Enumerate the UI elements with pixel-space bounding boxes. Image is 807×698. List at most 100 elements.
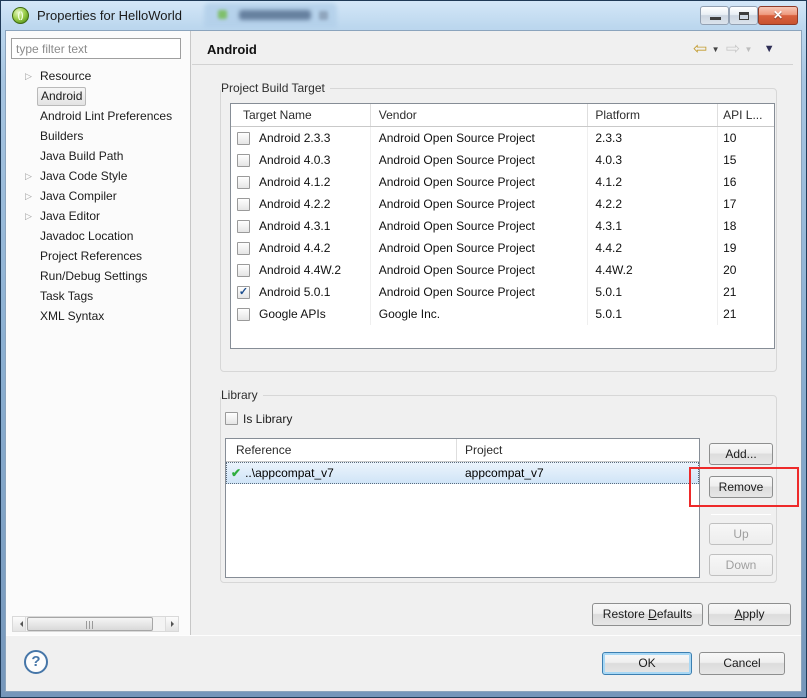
cancel-button[interactable]: Cancel xyxy=(699,652,785,675)
restore-defaults-button[interactable]: Restore Defaults xyxy=(592,603,703,626)
ok-button[interactable]: OK xyxy=(602,652,692,675)
column-target-name[interactable]: Target Name xyxy=(231,104,371,126)
view-menu-icon[interactable]: ▼ xyxy=(764,43,775,55)
table-row[interactable]: Google APIs Google Inc. 5.0.1 21 xyxy=(231,303,774,325)
is-library-checkbox[interactable] xyxy=(225,412,238,425)
table-row[interactable]: Android 2.3.3 Android Open Source Projec… xyxy=(231,127,774,149)
sidebar-item-javadoc-location[interactable]: Javadoc Location xyxy=(6,226,189,246)
vendor-cell: Android Open Source Project xyxy=(371,127,589,149)
help-button[interactable]: ? xyxy=(24,650,48,674)
maximize-icon xyxy=(739,12,749,20)
vendor-cell: Android Open Source Project xyxy=(371,149,589,171)
column-platform[interactable]: Platform xyxy=(588,104,718,126)
column-vendor[interactable]: Vendor xyxy=(371,104,589,126)
target-name: Google APIs xyxy=(259,303,326,325)
expand-icon[interactable]: ▷ xyxy=(25,206,39,226)
target-checkbox-checked[interactable]: ✓ xyxy=(237,286,250,299)
expand-icon[interactable]: ▷ xyxy=(25,166,39,186)
apply-button[interactable]: Apply xyxy=(708,603,791,626)
scrollbar-thumb[interactable] xyxy=(27,617,153,631)
close-button[interactable]: ✕ xyxy=(758,6,798,25)
back-arrow-icon[interactable]: ⇦ xyxy=(693,40,707,58)
sidebar-item-android-lint-preferences[interactable]: Android Lint Preferences xyxy=(6,106,189,126)
button-label: pply xyxy=(743,607,765,621)
scroll-right-arrow[interactable] xyxy=(165,617,178,631)
api-cell: 21 xyxy=(718,303,774,325)
sidebar-item-label: Java Compiler xyxy=(40,186,117,206)
forward-arrow-icon[interactable]: ⇨ xyxy=(726,40,740,58)
column-project[interactable]: Project xyxy=(457,439,699,461)
properties-category-sidebar: ▷Resource Android Android Lint Preferenc… xyxy=(6,31,191,635)
sidebar-item-resource[interactable]: ▷Resource xyxy=(6,66,189,86)
filter-input[interactable] xyxy=(11,38,181,59)
table-row[interactable]: Android 4.2.2 Android Open Source Projec… xyxy=(231,193,774,215)
vendor-cell: Android Open Source Project xyxy=(371,193,589,215)
expand-icon[interactable]: ▷ xyxy=(25,186,39,206)
platform-cell: 4.4W.2 xyxy=(588,259,718,281)
table-row[interactable]: Android 4.3.1 Android Open Source Projec… xyxy=(231,215,774,237)
library-row-selected[interactable]: ✔..\appcompat_v7 appcompat_v7 xyxy=(226,462,699,484)
scroll-left-arrow[interactable] xyxy=(13,617,26,631)
left-triangle-icon xyxy=(17,621,23,627)
target-name: Android 4.2.2 xyxy=(259,193,330,215)
page-title: Android xyxy=(207,42,257,57)
table-header: Reference Project xyxy=(226,439,699,462)
target-checkbox[interactable] xyxy=(237,220,250,233)
sidebar-item-android[interactable]: Android xyxy=(6,86,189,106)
table-row[interactable]: Android 4.4.2 Android Open Source Projec… xyxy=(231,237,774,259)
group-label: Project Build Target xyxy=(221,81,330,95)
button-label: D xyxy=(648,607,657,621)
sidebar-item-run-debug-settings[interactable]: Run/Debug Settings xyxy=(6,266,189,286)
sidebar-item-project-references[interactable]: Project References xyxy=(6,246,189,266)
window-title: Properties for HelloWorld xyxy=(37,1,182,30)
sidebar-item-builders[interactable]: Builders xyxy=(6,126,189,146)
properties-dialog-window: () Properties for HelloWorld ✕ ▷Resource… xyxy=(0,0,807,698)
down-button[interactable]: Down xyxy=(709,554,773,576)
target-checkbox[interactable] xyxy=(237,176,250,189)
target-checkbox[interactable] xyxy=(237,132,250,145)
platform-cell: 4.1.2 xyxy=(588,171,718,193)
column-api-level[interactable]: API L... xyxy=(718,104,774,126)
build-target-table: Target Name Vendor Platform API L... And… xyxy=(230,103,775,349)
target-checkbox[interactable] xyxy=(237,242,250,255)
table-header: Target Name Vendor Platform API L... xyxy=(231,104,774,127)
up-button[interactable]: Up xyxy=(709,523,773,545)
target-checkbox[interactable] xyxy=(237,264,250,277)
table-row[interactable]: Android 4.1.2 Android Open Source Projec… xyxy=(231,171,774,193)
expand-icon[interactable]: ▷ xyxy=(25,66,39,86)
sidebar-item-java-compiler[interactable]: ▷Java Compiler xyxy=(6,186,189,206)
platform-cell: 4.4.2 xyxy=(588,237,718,259)
library-table: Reference Project ✔..\appcompat_v7 appco… xyxy=(225,438,700,578)
platform-cell: 5.0.1 xyxy=(588,303,718,325)
platform-cell: 2.3.3 xyxy=(588,127,718,149)
dialog-body: ▷Resource Android Android Lint Preferenc… xyxy=(5,30,802,692)
maximize-button[interactable] xyxy=(729,6,758,25)
sidebar-item-java-editor[interactable]: ▷Java Editor xyxy=(6,206,189,226)
platform-cell: 5.0.1 xyxy=(588,281,718,303)
back-dropdown-icon[interactable]: ▼ xyxy=(712,45,720,54)
sidebar-item-java-code-style[interactable]: ▷Java Code Style xyxy=(6,166,189,186)
target-checkbox[interactable] xyxy=(237,198,250,211)
target-checkbox[interactable] xyxy=(237,154,250,167)
table-row[interactable]: Android 4.4W.2 Android Open Source Proje… xyxy=(231,259,774,281)
sidebar-horizontal-scrollbar[interactable] xyxy=(12,616,179,632)
button-divider xyxy=(711,514,771,515)
title-bar[interactable]: () Properties for HelloWorld ✕ xyxy=(1,1,806,30)
target-checkbox[interactable] xyxy=(237,308,250,321)
column-reference[interactable]: Reference xyxy=(226,439,457,461)
add-button[interactable]: Add... xyxy=(709,443,773,465)
vendor-cell: Google Inc. xyxy=(371,303,589,325)
reference-cell: ..\appcompat_v7 xyxy=(245,466,334,480)
table-row[interactable]: Android 4.0.3 Android Open Source Projec… xyxy=(231,149,774,171)
table-row-checked[interactable]: ✓Android 5.0.1 Android Open Source Proje… xyxy=(231,281,774,303)
sidebar-item-xml-syntax[interactable]: XML Syntax xyxy=(6,306,189,326)
platform-cell: 4.0.3 xyxy=(588,149,718,171)
properties-dialog-icon: () xyxy=(12,7,29,24)
sidebar-item-label: Project References xyxy=(40,246,142,266)
sidebar-item-task-tags[interactable]: Task Tags xyxy=(6,286,189,306)
forward-dropdown-icon[interactable]: ▼ xyxy=(744,45,752,54)
vendor-cell: Android Open Source Project xyxy=(371,215,589,237)
sidebar-item-java-build-path[interactable]: Java Build Path xyxy=(6,146,189,166)
minimize-button[interactable] xyxy=(700,6,729,25)
check-icon: ✔ xyxy=(231,466,241,480)
